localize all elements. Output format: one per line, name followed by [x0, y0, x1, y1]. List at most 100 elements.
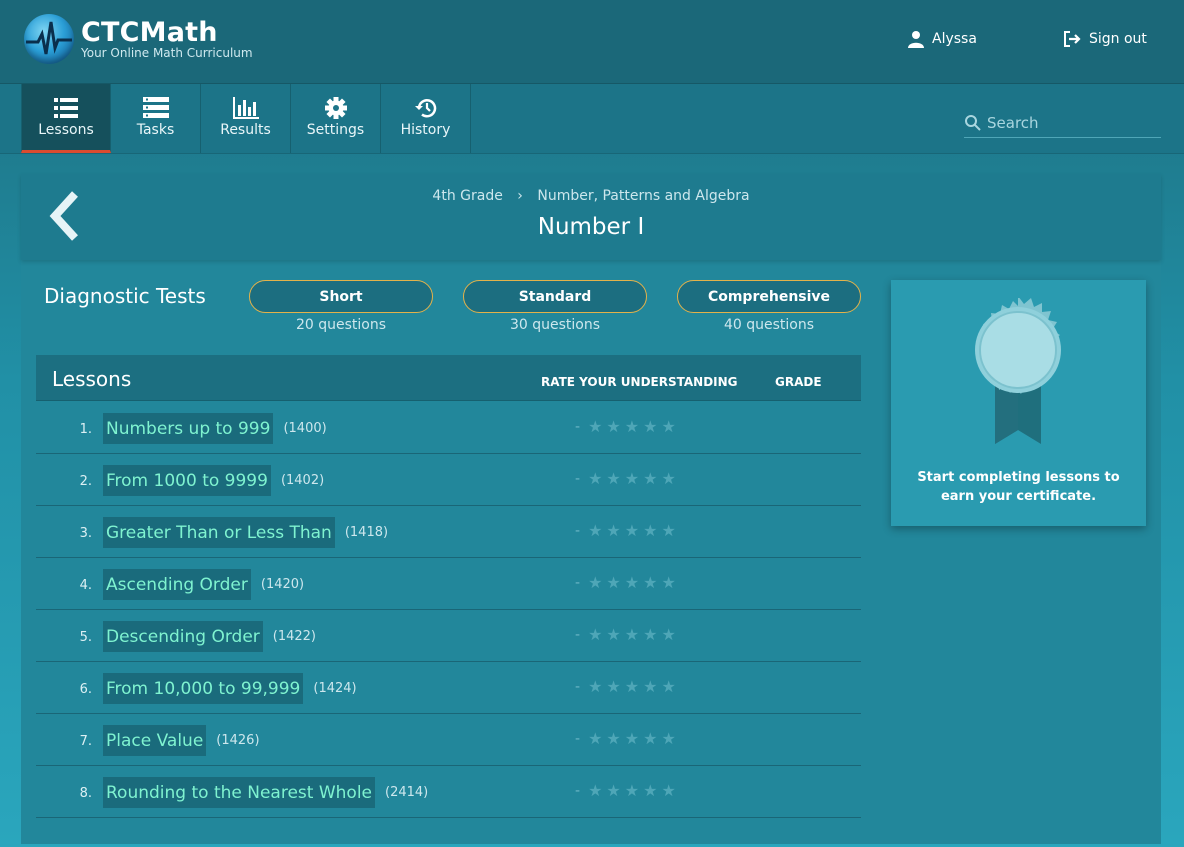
- logo[interactable]: CTCMath Your Online Math Curriculum: [24, 14, 253, 64]
- star-icon[interactable]: ★: [643, 781, 657, 800]
- star-icon[interactable]: ★: [606, 729, 620, 748]
- star-icon[interactable]: ★: [661, 573, 675, 592]
- breadcrumb-strand[interactable]: Number, Patterns and Algebra: [537, 188, 749, 204]
- logo-icon: [24, 14, 74, 64]
- rating-stars: - ★ ★ ★ ★ ★: [575, 469, 680, 488]
- lesson-row: 3. Greater Than or Less Than (1418) - ★ ★…: [36, 506, 861, 558]
- star-icon[interactable]: ★: [625, 521, 639, 540]
- star-icon[interactable]: ★: [643, 729, 657, 748]
- logo-subtitle: Your Online Math Curriculum: [81, 45, 253, 60]
- tab-label: Results: [220, 122, 271, 138]
- star-icon[interactable]: ★: [643, 677, 657, 696]
- star-icon[interactable]: ★: [625, 625, 639, 644]
- rating-placeholder: -: [575, 470, 581, 487]
- lessons-title: Lessons: [52, 367, 132, 391]
- star-icon[interactable]: ★: [588, 625, 602, 644]
- star-icon[interactable]: ★: [661, 677, 675, 696]
- star-icon[interactable]: ★: [625, 729, 639, 748]
- tasks-icon: [142, 96, 169, 120]
- star-icon[interactable]: ★: [606, 677, 620, 696]
- star-icon[interactable]: ★: [588, 417, 602, 436]
- lesson-number: 2.: [79, 474, 92, 489]
- tab-settings[interactable]: Settings: [291, 84, 381, 153]
- diagnostic-comprehensive-button[interactable]: Comprehensive: [677, 280, 861, 313]
- lesson-number: 4.: [79, 578, 92, 593]
- star-icon[interactable]: ★: [643, 417, 657, 436]
- award-ribbon-icon: [975, 298, 1061, 444]
- star-icon[interactable]: ★: [606, 781, 620, 800]
- star-icon[interactable]: ★: [643, 625, 657, 644]
- star-icon[interactable]: ★: [661, 469, 675, 488]
- list-icon: [54, 96, 78, 120]
- tab-history[interactable]: History: [381, 84, 471, 153]
- lesson-row: 6. From 10,000 to 99,999 (1424) - ★ ★ ★ ★ ★: [36, 662, 861, 714]
- star-icon[interactable]: ★: [643, 521, 657, 540]
- star-icon[interactable]: ★: [606, 469, 620, 488]
- star-icon[interactable]: ★: [606, 573, 620, 592]
- star-icon[interactable]: ★: [588, 573, 602, 592]
- diagnostic-title: Diagnostic Tests: [44, 284, 206, 308]
- star-icon[interactable]: ★: [606, 417, 620, 436]
- diagnostic-comprehensive-count: 40 questions: [723, 317, 815, 333]
- rating-stars: - ★ ★ ★ ★ ★: [575, 521, 680, 540]
- lesson-link[interactable]: From 10,000 to 99,999: [103, 673, 304, 704]
- history-icon: [414, 96, 438, 120]
- star-icon[interactable]: ★: [588, 729, 602, 748]
- tab-tasks[interactable]: Tasks: [111, 84, 201, 153]
- grade-column-header: GRADE: [775, 375, 822, 389]
- rating-placeholder: -: [575, 678, 581, 695]
- star-icon[interactable]: ★: [661, 729, 675, 748]
- bar-chart-icon: [232, 96, 259, 120]
- lesson-link[interactable]: Greater Than or Less Than: [103, 517, 335, 548]
- search-box[interactable]: [964, 108, 1161, 138]
- lesson-link[interactable]: Rounding to the Nearest Whole: [103, 777, 376, 808]
- lesson-number: 3.: [79, 526, 92, 541]
- user-icon: [908, 31, 924, 48]
- lesson-number: 1.: [79, 422, 92, 437]
- tab-lessons[interactable]: Lessons: [21, 84, 111, 153]
- lessons-panel: 4th Grade › Number, Patterns and Algebra…: [21, 174, 1161, 844]
- lesson-link[interactable]: Numbers up to 999: [103, 413, 274, 444]
- rating-placeholder: -: [575, 418, 581, 435]
- star-icon[interactable]: ★: [625, 677, 639, 696]
- rating-placeholder: -: [575, 730, 581, 747]
- star-icon[interactable]: ★: [625, 469, 639, 488]
- star-icon[interactable]: ★: [588, 521, 602, 540]
- lesson-link[interactable]: Descending Order: [103, 621, 263, 652]
- star-icon[interactable]: ★: [625, 781, 639, 800]
- lesson-code: (1426): [216, 733, 260, 748]
- star-icon[interactable]: ★: [588, 469, 602, 488]
- star-icon[interactable]: ★: [606, 625, 620, 644]
- star-icon[interactable]: ★: [625, 417, 639, 436]
- user-menu[interactable]: Alyssa: [907, 30, 977, 48]
- lesson-number: 5.: [79, 630, 92, 645]
- lesson-number: 8.: [79, 786, 92, 801]
- lessons-table-header: Lessons RATE YOUR UNDERSTANDING GRADE: [36, 355, 861, 401]
- star-icon[interactable]: ★: [625, 573, 639, 592]
- star-icon[interactable]: ★: [643, 469, 657, 488]
- diagnostic-short-count: 20 questions: [295, 317, 387, 333]
- lesson-row: 1. Numbers up to 999 (1400) - ★ ★ ★ ★ ★: [36, 402, 861, 454]
- star-icon[interactable]: ★: [588, 781, 602, 800]
- lesson-code: (1418): [344, 525, 389, 540]
- signout-button[interactable]: Sign out: [1062, 30, 1147, 48]
- lesson-link[interactable]: Ascending Order: [103, 569, 251, 600]
- search-input[interactable]: [987, 113, 1147, 132]
- diagnostic-standard-button[interactable]: Standard: [463, 280, 647, 313]
- lesson-link[interactable]: From 1000 to 9999: [103, 465, 271, 496]
- tab-results[interactable]: Results: [201, 84, 291, 153]
- signout-icon: [1064, 31, 1081, 47]
- star-icon[interactable]: ★: [606, 521, 620, 540]
- star-icon[interactable]: ★: [661, 521, 675, 540]
- star-icon[interactable]: ★: [643, 573, 657, 592]
- lesson-link[interactable]: Place Value: [103, 725, 207, 756]
- main-nav: Lessons Tasks Results Settings History S…: [0, 84, 1184, 154]
- diagnostic-short-button[interactable]: Short: [249, 280, 433, 313]
- breadcrumb-grade[interactable]: 4th Grade: [432, 188, 502, 204]
- page-title: Number I: [537, 214, 645, 240]
- star-icon[interactable]: ★: [661, 781, 675, 800]
- star-icon[interactable]: ★: [661, 625, 675, 644]
- star-icon[interactable]: ★: [661, 417, 675, 436]
- star-icon[interactable]: ★: [588, 677, 602, 696]
- rating-placeholder: -: [575, 782, 581, 799]
